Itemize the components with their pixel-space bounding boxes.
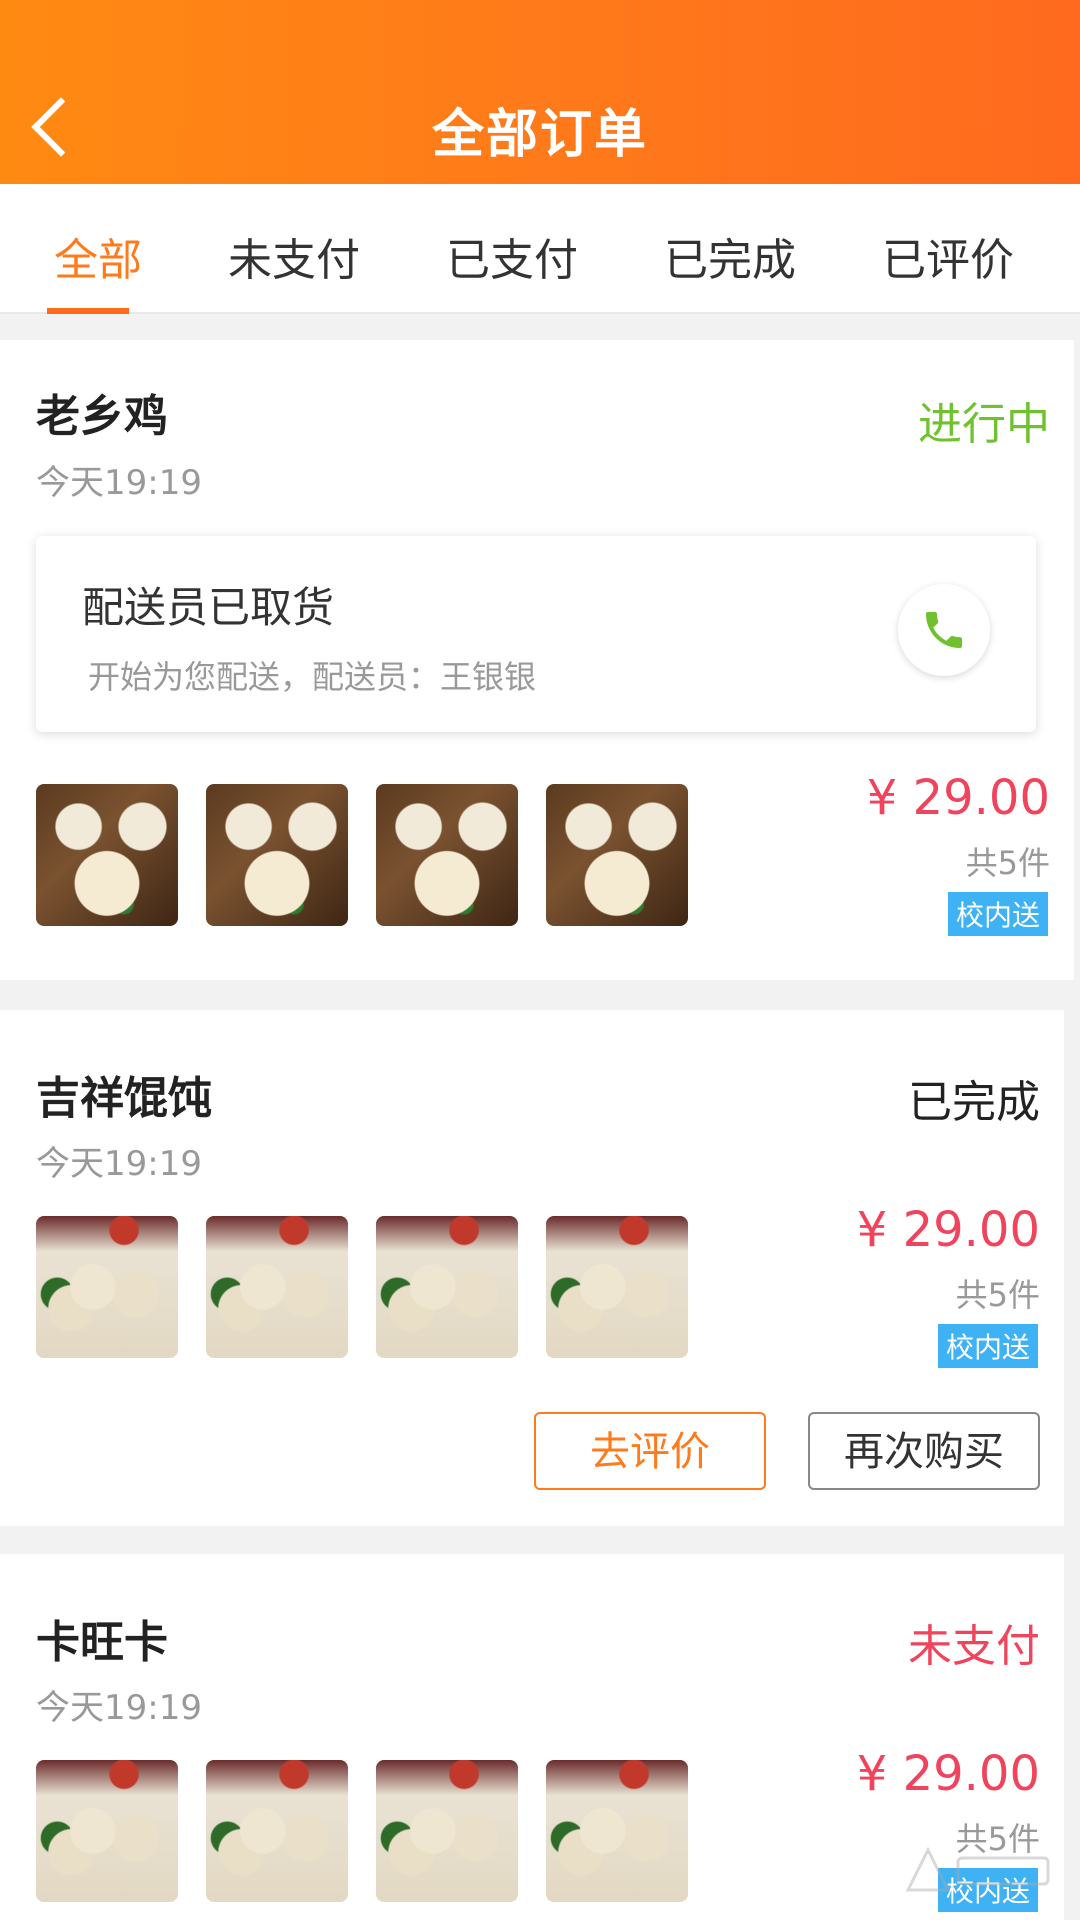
order-time: 今天19:19	[36, 1144, 202, 1184]
order-status: 进行中	[918, 399, 1050, 450]
order-status: 已完成	[908, 1077, 1040, 1128]
watermark-logo-icon	[905, 1846, 1050, 1892]
tab-completed[interactable]: 已完成	[664, 224, 796, 288]
product-image[interactable]	[546, 1760, 688, 1902]
rebuy-button[interactable]: 再次购买	[808, 1412, 1040, 1490]
product-image[interactable]	[36, 784, 178, 926]
item-count: 共5件	[965, 844, 1050, 882]
shop-name: 吉祥馄饨	[36, 1073, 212, 1124]
product-image[interactable]	[36, 1216, 178, 1358]
product-image[interactable]	[376, 784, 518, 926]
product-thumbnails[interactable]	[36, 1760, 736, 1902]
call-button[interactable]	[898, 584, 990, 676]
shop-name: 卡旺卡	[36, 1617, 168, 1668]
tab-reviewed[interactable]: 已评价	[882, 224, 1014, 288]
item-count: 共5件	[955, 1276, 1040, 1314]
page-title: 全部订单	[431, 105, 648, 165]
product-image[interactable]	[546, 784, 688, 926]
app-header: 全部订单	[0, 0, 1080, 184]
order-price: ¥ 29.00	[866, 770, 1050, 826]
delivery-tag: 校内送	[937, 1324, 1038, 1368]
delivery-title: 配送员已取货	[82, 583, 335, 632]
delivery-tag: 校内送	[947, 892, 1048, 936]
order-card[interactable]: 老乡鸡 今天19:19 进行中 配送员已取货 开始为您配送，配送员：王银银 ¥ …	[0, 340, 1074, 980]
order-price: ¥ 29.00	[856, 1746, 1040, 1802]
review-button[interactable]: 去评价	[534, 1412, 766, 1490]
order-status: 未支付	[908, 1621, 1040, 1672]
active-tab-indicator	[47, 308, 129, 314]
tab-paid[interactable]: 已支付	[446, 224, 578, 288]
order-card[interactable]: 吉祥馄饨 今天19:19 已完成 ¥ 29.00 共5件 校内送 去评价 再次购…	[0, 1010, 1064, 1526]
product-thumbnails[interactable]	[36, 784, 736, 926]
order-time: 今天19:19	[36, 463, 202, 503]
product-thumbnails[interactable]	[36, 1216, 736, 1358]
product-image[interactable]	[376, 1216, 518, 1358]
product-image[interactable]	[376, 1760, 518, 1902]
product-image[interactable]	[546, 1216, 688, 1358]
order-price: ¥ 29.00	[856, 1202, 1040, 1258]
tab-all[interactable]: 全部	[54, 224, 142, 288]
product-image[interactable]	[36, 1760, 178, 1902]
product-image[interactable]	[206, 1216, 348, 1358]
shop-name: 老乡鸡	[36, 391, 168, 442]
order-time: 今天19:19	[36, 1688, 202, 1728]
tab-unpaid[interactable]: 未支付	[228, 224, 360, 288]
product-image[interactable]	[206, 1760, 348, 1902]
order-tabs: 全部 未支付 已支付 已完成 已评价	[0, 184, 1080, 314]
phone-icon	[926, 612, 962, 648]
delivery-subtitle: 开始为您配送，配送员：王银银	[88, 658, 537, 696]
delivery-info[interactable]: 配送员已取货 开始为您配送，配送员：王银银	[36, 536, 1036, 732]
product-image[interactable]	[206, 784, 348, 926]
